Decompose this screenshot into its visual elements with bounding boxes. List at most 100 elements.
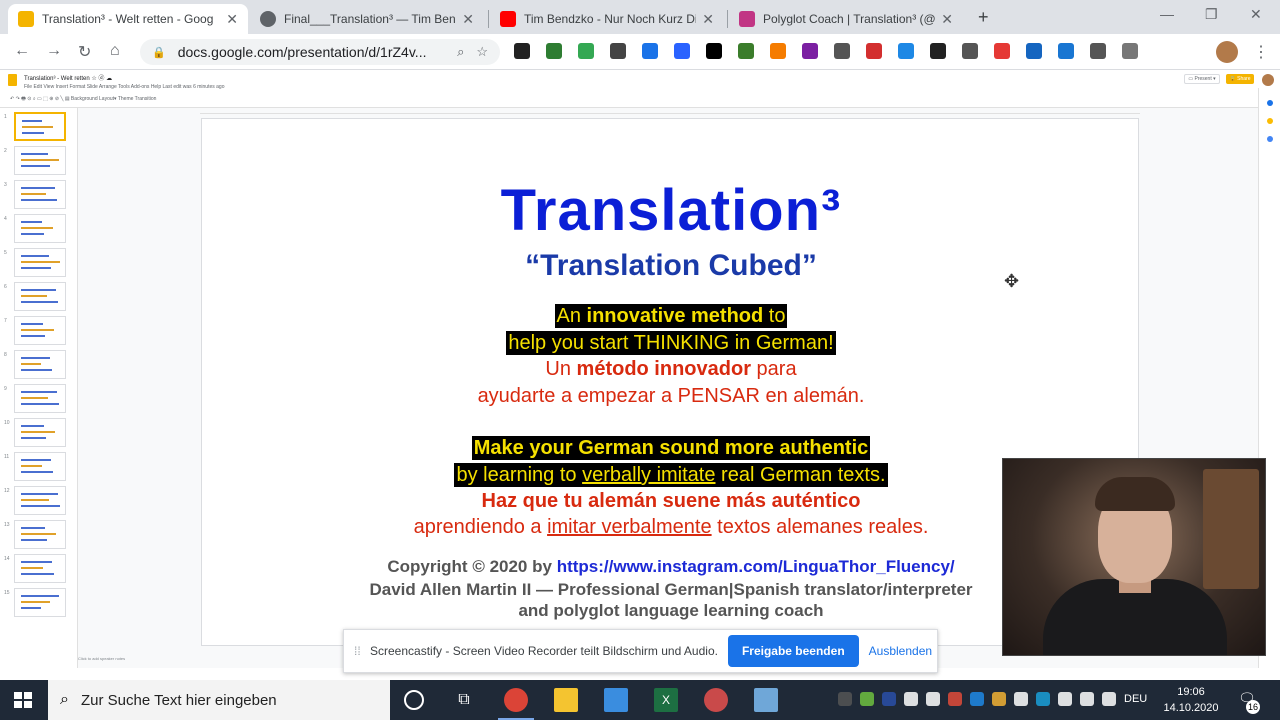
input-language[interactable]: DEU bbox=[1124, 693, 1147, 705]
slide-thumbnail[interactable] bbox=[14, 248, 66, 277]
extension-icon[interactable] bbox=[834, 43, 850, 59]
document-title[interactable]: Translation³ - Welt retten ☆ ⓓ ☁ bbox=[24, 73, 112, 82]
tray-icon[interactable] bbox=[1058, 692, 1072, 706]
reload-icon[interactable]: ↻ bbox=[78, 42, 91, 62]
slide-thumbnail[interactable] bbox=[14, 486, 66, 515]
tray-icon[interactable] bbox=[926, 692, 940, 706]
slide-1[interactable]: Translation³ “Translation Cubed” An inno… bbox=[201, 118, 1139, 646]
menu-bar[interactable]: File Edit View Insert Format Slide Arran… bbox=[24, 84, 224, 90]
extension-icon[interactable] bbox=[802, 43, 818, 59]
extension-icon[interactable] bbox=[930, 43, 946, 59]
slide-thumbnail[interactable] bbox=[14, 350, 66, 379]
editing-toolbar[interactable]: ↶ ↷ 🖶 ⊙ ⌕ ▭ ⬚ ⊕ ⊘ ╲ ▤ Background Layout▾… bbox=[10, 96, 156, 104]
slide-thumbnail[interactable] bbox=[14, 588, 66, 617]
tray-icon[interactable] bbox=[948, 692, 962, 706]
present-button[interactable]: ▭ Present ▾ bbox=[1184, 74, 1220, 84]
tray-icon[interactable] bbox=[1080, 692, 1094, 706]
tray-icon[interactable] bbox=[992, 692, 1006, 706]
slide-thumbnail[interactable] bbox=[14, 452, 66, 481]
extension-icon[interactable] bbox=[706, 43, 722, 59]
tray-icon[interactable] bbox=[1102, 692, 1116, 706]
cortana-icon[interactable] bbox=[404, 690, 424, 710]
extension-icon[interactable] bbox=[514, 43, 530, 59]
tray-icon[interactable] bbox=[904, 692, 918, 706]
tab-slides[interactable]: Translation³ - Welt retten - Goog ✕ bbox=[8, 4, 248, 34]
tray-icon[interactable] bbox=[882, 692, 896, 706]
extension-icon[interactable] bbox=[962, 43, 978, 59]
forward-icon[interactable]: → bbox=[46, 42, 62, 60]
extension-icon[interactable] bbox=[866, 43, 882, 59]
bookmark-star-icon[interactable]: ☆ bbox=[476, 44, 488, 60]
excel-icon[interactable]: X bbox=[654, 688, 678, 712]
calendar-icon[interactable] bbox=[1267, 100, 1273, 106]
close-tab-icon[interactable]: ✕ bbox=[226, 11, 238, 28]
home-icon[interactable]: ⌂ bbox=[110, 42, 120, 60]
address-bar[interactable]: 🔒 docs.google.com/presentation/d/1rZ4v..… bbox=[140, 39, 500, 65]
notes-app-icon[interactable] bbox=[754, 688, 778, 712]
profile-avatar[interactable] bbox=[1216, 41, 1238, 63]
slide-thumbnail[interactable] bbox=[14, 520, 66, 549]
slide-thumbnail[interactable] bbox=[14, 214, 66, 243]
speaker-notes-field[interactable]: Click to add speaker notes bbox=[78, 656, 125, 661]
task-view-icon[interactable]: ⧉ bbox=[452, 688, 476, 712]
extension-icon[interactable] bbox=[1090, 43, 1106, 59]
tab-instagram[interactable]: Polyglot Coach | Translation³ (@l ✕ bbox=[729, 4, 963, 34]
search-icon[interactable]: ⌕ bbox=[457, 44, 464, 60]
extension-icon[interactable] bbox=[1026, 43, 1042, 59]
drag-handle-icon[interactable]: ⁞⁞ bbox=[354, 644, 364, 658]
slide-title[interactable]: Translation³ bbox=[202, 177, 1140, 244]
thumbnail-text-line bbox=[21, 607, 41, 609]
slide-thumbnail[interactable] bbox=[14, 112, 66, 141]
extension-icon[interactable] bbox=[1058, 43, 1074, 59]
hide-banner-button[interactable]: Ausblenden bbox=[869, 644, 932, 658]
taskbar-search-box[interactable]: ⌕ Zur Suche Text hier eingeben bbox=[48, 680, 390, 720]
chrome-taskbar-icon[interactable] bbox=[504, 688, 528, 712]
restore-icon[interactable]: ❐ bbox=[1205, 6, 1218, 23]
extension-icon[interactable] bbox=[770, 43, 786, 59]
monitor-app-icon[interactable] bbox=[604, 688, 628, 712]
slide-thumbnail[interactable] bbox=[14, 180, 66, 209]
instagram-link[interactable]: https://www.instagram.com/LinguaThor_Flu… bbox=[557, 557, 955, 576]
tray-icon[interactable] bbox=[1036, 692, 1050, 706]
file-explorer-icon[interactable] bbox=[554, 688, 578, 712]
extension-icon[interactable] bbox=[610, 43, 626, 59]
share-button[interactable]: 🔒 Share bbox=[1226, 74, 1254, 84]
paint-app-icon[interactable] bbox=[704, 688, 728, 712]
tray-icon[interactable] bbox=[970, 692, 984, 706]
slide-thumbnail[interactable] bbox=[14, 418, 66, 447]
minimize-icon[interactable]: — bbox=[1160, 6, 1174, 22]
slides-logo-icon[interactable] bbox=[8, 74, 17, 86]
close-tab-icon[interactable]: ✕ bbox=[462, 11, 474, 28]
clock[interactable]: 19:06 14.10.2020 bbox=[1156, 684, 1226, 716]
windows-start-icon[interactable] bbox=[14, 692, 32, 708]
slide-thumbnail[interactable] bbox=[14, 316, 66, 345]
tray-icon[interactable] bbox=[860, 692, 874, 706]
tray-icon[interactable] bbox=[838, 692, 852, 706]
close-tab-icon[interactable]: ✕ bbox=[702, 11, 714, 28]
tasks-icon[interactable] bbox=[1267, 136, 1273, 142]
tab-final-translation[interactable]: Final___Translation³ — Tim Bend ✕ bbox=[250, 4, 484, 34]
tray-icon[interactable] bbox=[1014, 692, 1028, 706]
extension-icon[interactable] bbox=[994, 43, 1010, 59]
back-icon[interactable]: ← bbox=[14, 42, 30, 60]
slide-thumbnail[interactable] bbox=[14, 384, 66, 413]
extension-icon[interactable] bbox=[1122, 43, 1138, 59]
window-close-icon[interactable]: ✕ bbox=[1250, 6, 1262, 23]
extension-icon[interactable] bbox=[546, 43, 562, 59]
slide-thumbnail[interactable] bbox=[14, 146, 66, 175]
keep-icon[interactable] bbox=[1267, 118, 1273, 124]
extension-icon[interactable] bbox=[578, 43, 594, 59]
new-tab-button[interactable]: + bbox=[978, 7, 989, 28]
slide-subtitle[interactable]: “Translation Cubed” bbox=[202, 249, 1140, 283]
tab-youtube[interactable]: Tim Bendzko - Nur Noch Kurz Di ✕ bbox=[490, 4, 724, 34]
slide-thumbnail[interactable] bbox=[14, 282, 66, 311]
extension-icon[interactable] bbox=[738, 43, 754, 59]
extension-icon[interactable] bbox=[642, 43, 658, 59]
slide-thumbnail[interactable] bbox=[14, 554, 66, 583]
account-avatar[interactable] bbox=[1262, 74, 1274, 86]
chrome-menu-icon[interactable]: ⋮ bbox=[1253, 42, 1269, 62]
close-tab-icon[interactable]: ✕ bbox=[941, 11, 953, 28]
extension-icon[interactable] bbox=[674, 43, 690, 59]
stop-sharing-button[interactable]: Freigabe beenden bbox=[727, 635, 859, 667]
extension-icon[interactable] bbox=[898, 43, 914, 59]
